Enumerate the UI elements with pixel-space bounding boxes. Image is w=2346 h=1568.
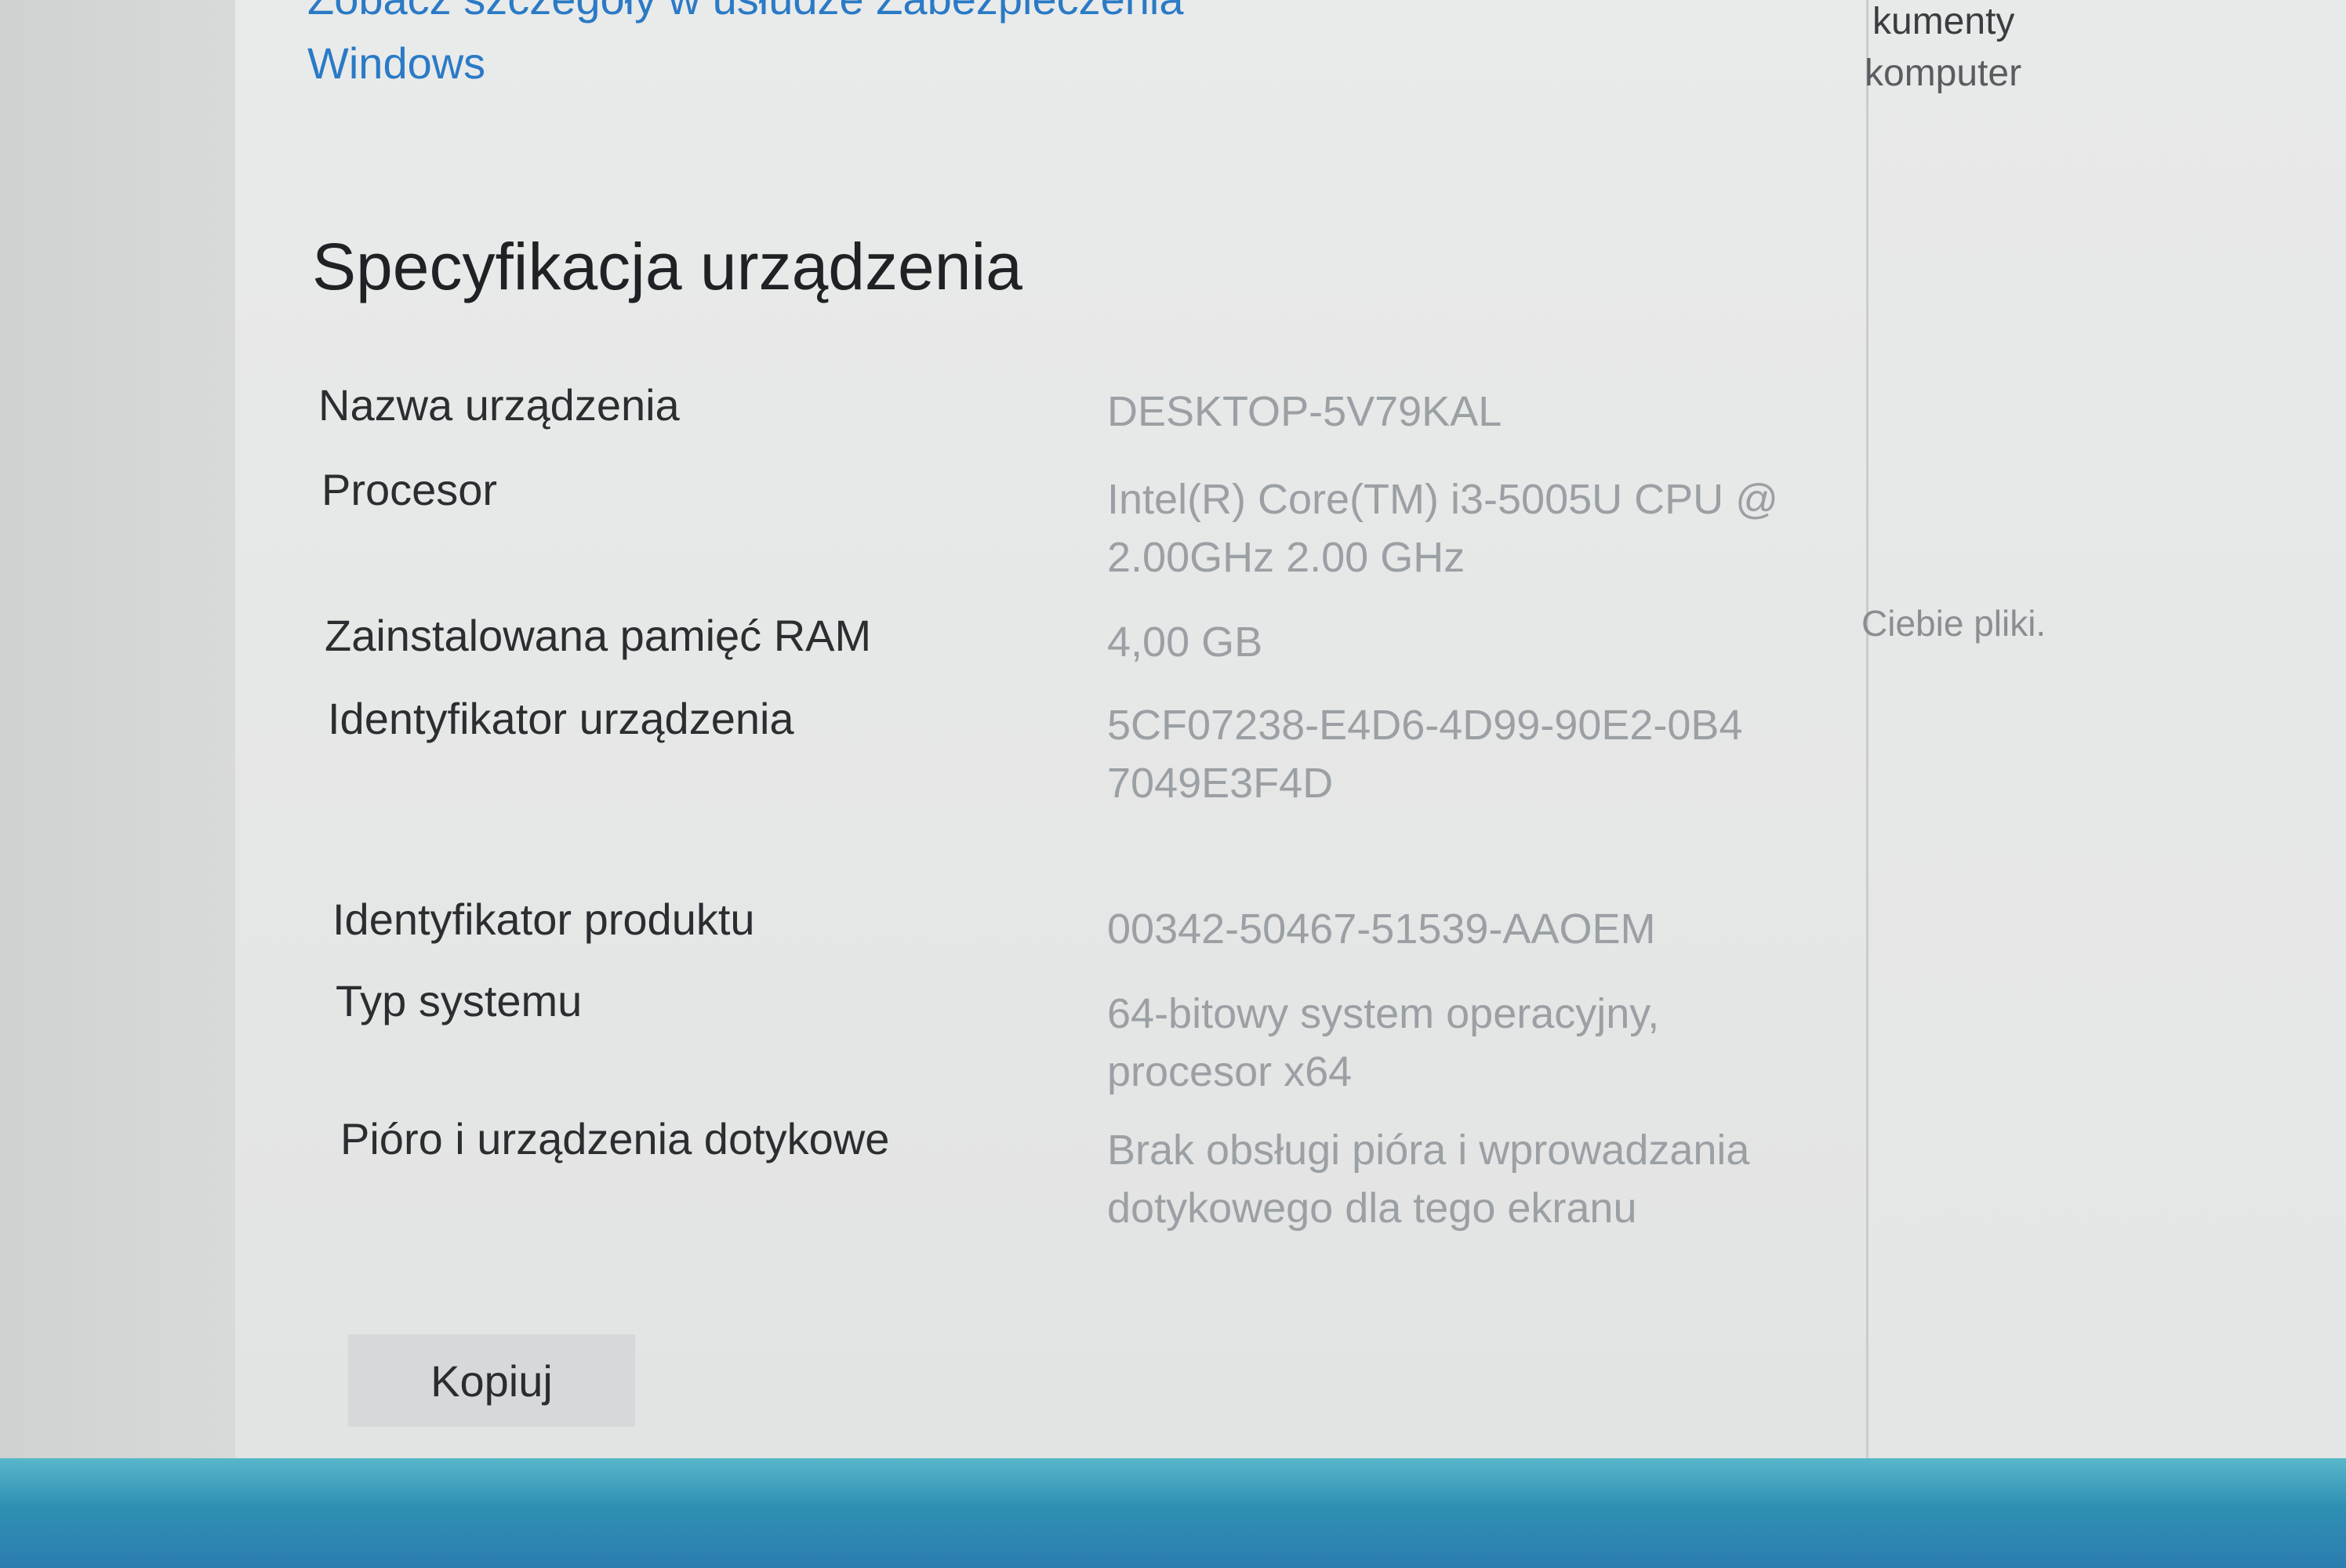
spec-label-pen-touch: Pióro i urządzenia dotykowe [340,1114,890,1163]
right-panel-text-computer: komputer [1865,53,2022,94]
spec-label-product-id: Identyfikator produktu [332,895,755,944]
left-navigation-strip [0,0,235,1458]
right-panel-text-documents: kumenty [1872,1,2015,42]
right-panel-text-files: Ciebie pliki. [1861,603,2046,644]
spec-value-ram: 4,00 GB [1107,619,1263,666]
spec-label-device-id: Identyfikator urządzenia [328,694,794,743]
spec-value-pen-touch: Brak obsługi pióra i wprowadzania dotyko… [1107,1127,1750,1232]
spec-value-device-name: DESKTOP-5V79KAL [1107,388,1502,435]
spec-label-device-name: Nazwa urządzenia [318,380,680,430]
security-details-link-line2[interactable]: Windows [307,38,485,89]
spec-value-device-id: 5CF07238-E4D6-4D99-90E2-0B47049E3F4D [1107,702,1743,807]
copy-button[interactable]: Kopiuj [348,1334,635,1427]
spec-value-product-id: 00342-50467-51539-AAOEM [1107,906,1656,953]
spec-label-ram: Zainstalowana pamięć RAM [325,611,872,660]
taskbar [0,1458,2346,1568]
spec-label-processor: Procesor [321,465,498,514]
spec-value-system-type: 64-bitowy system operacyjny, procesor x6… [1107,990,1660,1095]
related-settings-panel [1866,0,2346,1474]
spec-label-system-type: Typ systemu [336,976,583,1025]
security-details-link[interactable]: Zobacz szczegóły w usłudze Zabezpieczeni… [307,0,1183,24]
screen: Zobacz szczegóły w usłudze Zabezpieczeni… [0,0,2346,1568]
spec-value-processor: Intel(R) Core(TM) i3-5005U CPU @ 2.00GHz… [1107,476,1778,581]
device-specifications-title: Specyfikacja urządzenia [312,230,1022,303]
